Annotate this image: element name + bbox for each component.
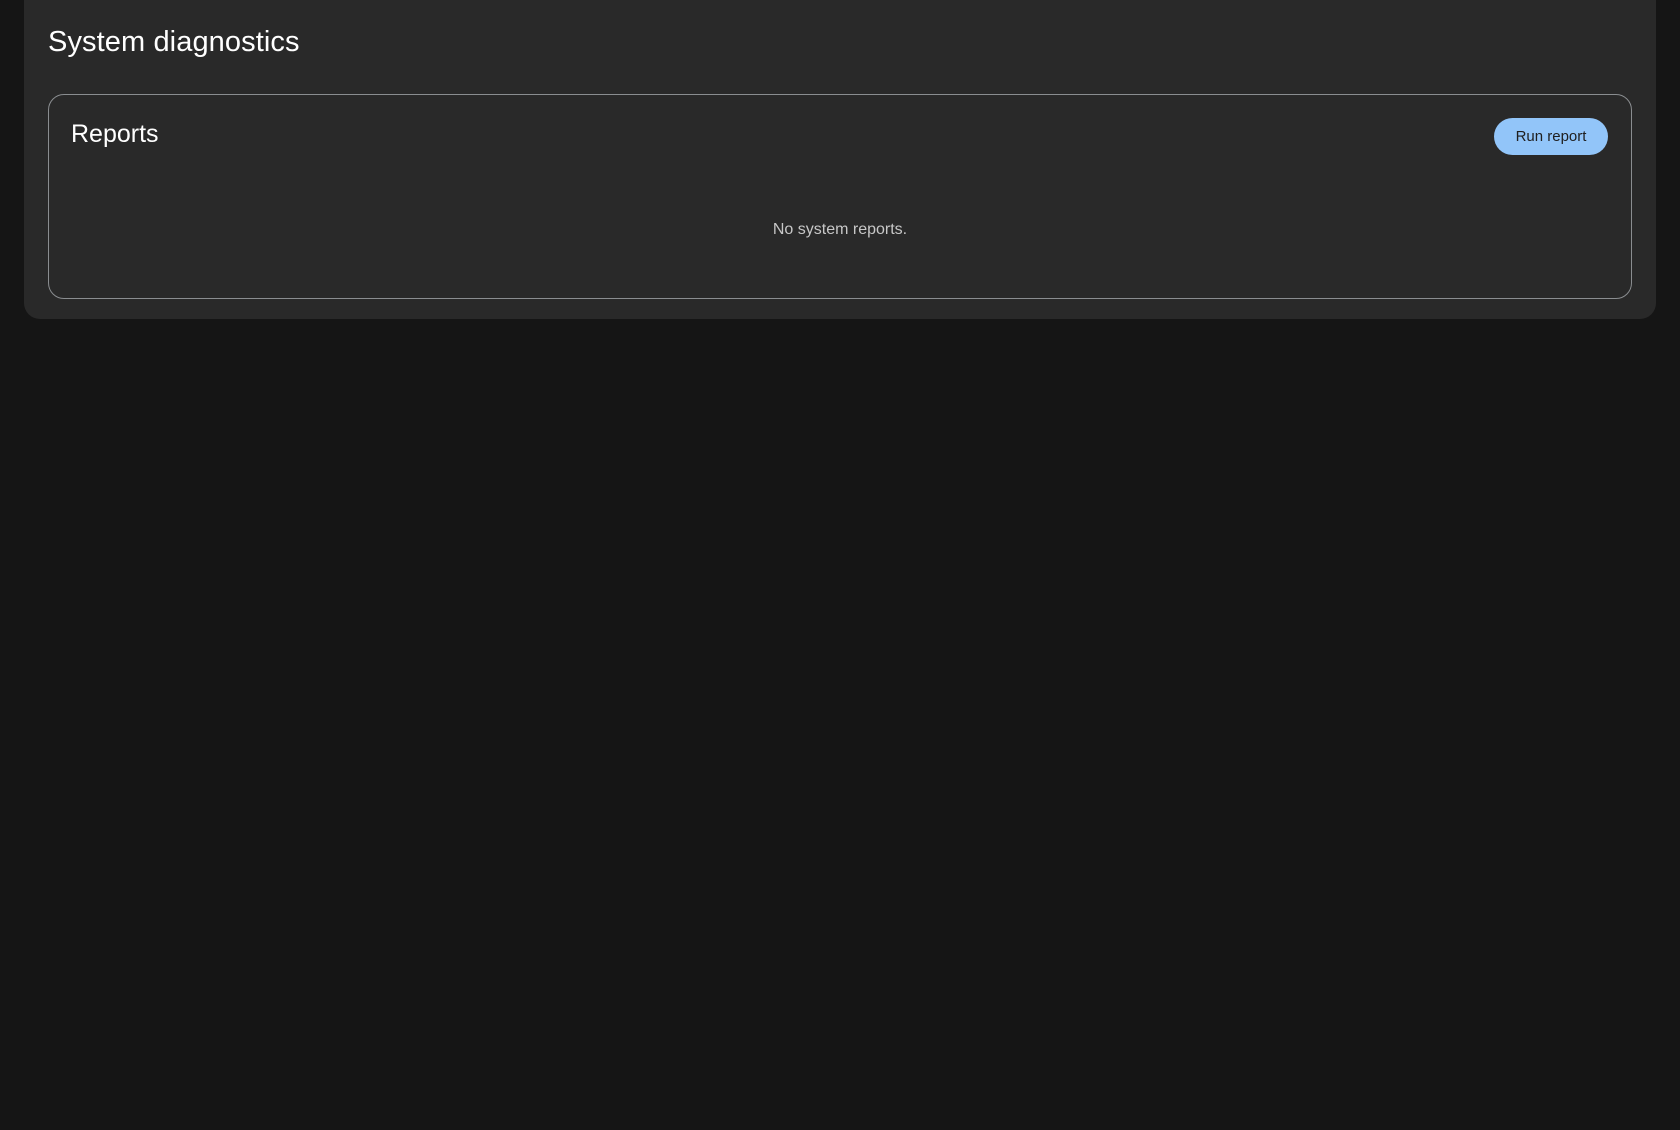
run-report-button[interactable]: Run report [1494, 118, 1608, 155]
reports-card-title: Reports [71, 120, 159, 148]
diagnostics-section: System diagnostics Reports Run report No… [24, 0, 1656, 319]
page-title: System diagnostics [48, 26, 300, 58]
empty-state-message: No system reports. [772, 221, 908, 238]
reports-card: Reports Run report No system reports. [48, 94, 1632, 299]
